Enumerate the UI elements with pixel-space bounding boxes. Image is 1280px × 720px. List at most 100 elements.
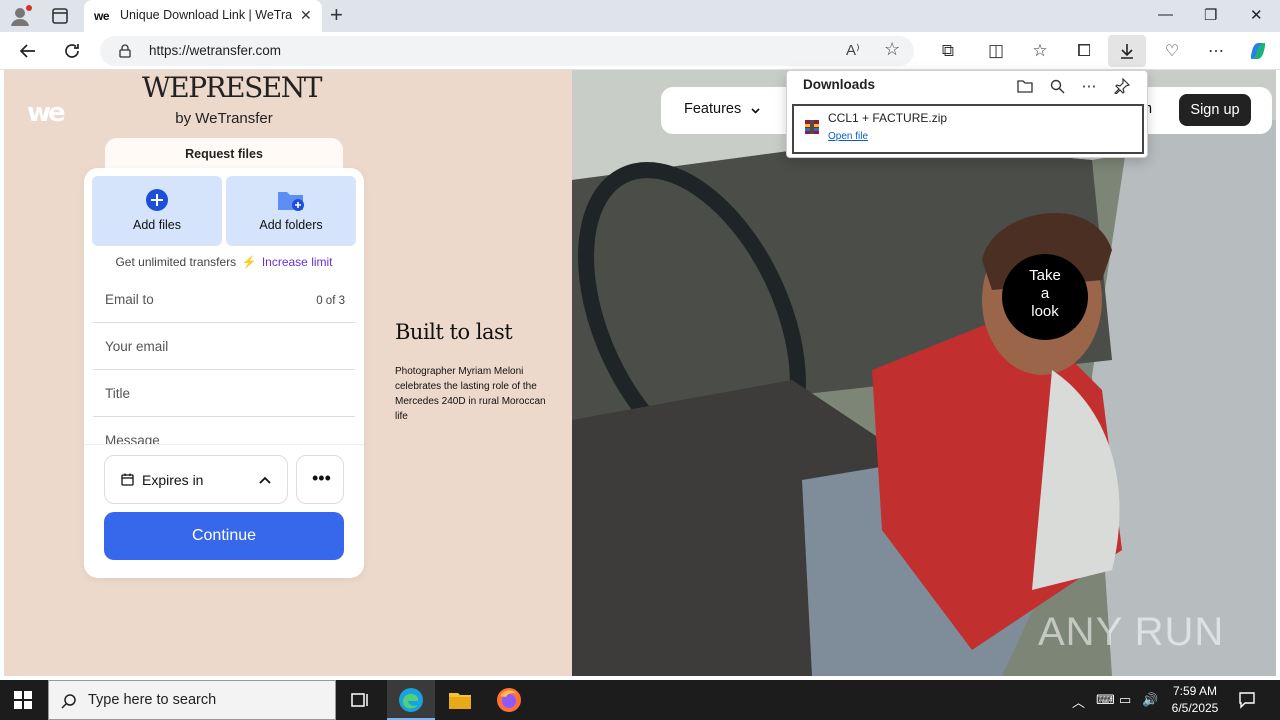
open-file-link[interactable]: Open file (828, 131, 868, 142)
system-clock[interactable]: 7:59 AM 6/5/2025 (1164, 683, 1226, 717)
card-footer: Expires in ••• Continue (84, 444, 364, 578)
edge-taskbar-button[interactable] (387, 680, 435, 720)
wetransfer-logo[interactable]: we (27, 98, 66, 128)
active-tab[interactable]: we Unique Download Link | WeTransfer ✕ (84, 0, 322, 32)
split-screen-icon[interactable]: ◫ (984, 39, 1008, 63)
hero-photo[interactable]: Features n Sign up Take a look ANY RUN (572, 70, 1276, 676)
increase-limit-link[interactable]: Increase limit (262, 255, 333, 269)
take-a-look-button[interactable]: Take a look (1002, 254, 1088, 340)
favorites-icon[interactable]: ☆ (1028, 39, 1052, 63)
add-folders-label: Add folders (259, 218, 323, 232)
plus-circle-icon (146, 189, 168, 211)
open-folder-icon[interactable] (1014, 75, 1036, 97)
email-to-placeholder: Email to (105, 292, 154, 307)
email-count: 0 of 3 (316, 295, 345, 307)
unlimited-text: Get unlimited transfers (115, 255, 237, 269)
title-placeholder: Title (105, 386, 131, 401)
article-description: Photographer Myriam Meloni celebrates th… (395, 366, 546, 422)
windows-start-icon[interactable] (14, 691, 32, 709)
lightning-icon: ⚡ (241, 255, 257, 269)
restore-icon[interactable]: ❐ (1204, 6, 1217, 24)
back-icon[interactable] (16, 39, 40, 63)
tab-title: Unique Download Link | WeTransfer (120, 8, 292, 22)
collections-icon[interactable]: ⧠ (1072, 39, 1096, 63)
take-a-look-line: a (1040, 285, 1050, 302)
address-url: https://wetransfer.com (149, 43, 282, 58)
browser-tabbar: we Unique Download Link | WeTransfer ✕ +… (0, 0, 1280, 32)
volume-icon[interactable]: 🔊 (1142, 692, 1158, 708)
request-files-label: Request files (185, 147, 263, 161)
article-title[interactable]: Built to last (395, 320, 513, 344)
browser-toolbar: https://wetransfer.com A⁾ ☆ ⧉ ◫ ☆ ⧠ ♡ ⋯ (0, 32, 1280, 70)
copilot-icon[interactable] (1246, 39, 1270, 63)
by-wetransfer-label: by WeTransfer (175, 110, 273, 127)
task-view-icon[interactable] (346, 686, 374, 714)
left-panel: we WEPRESENT by WeTransfer Request files… (4, 70, 572, 676)
chevron-down-icon (751, 108, 760, 114)
taskbar-search[interactable]: Type here to search (48, 680, 336, 720)
profile-icon[interactable] (8, 5, 32, 27)
settings-more-icon[interactable]: ⋯ (1204, 39, 1228, 63)
download-item[interactable]: CCL1 + FACTURE.zip Open file (792, 104, 1144, 154)
downloads-title: Downloads (803, 77, 876, 92)
chevron-up-icon (259, 476, 271, 484)
calendar-icon (121, 473, 134, 486)
favorite-star-icon[interactable]: ☆ (884, 39, 900, 60)
add-folders-button[interactable]: Add folders (226, 176, 356, 246)
webpage: we WEPRESENT by WeTransfer Request files… (4, 70, 1276, 676)
expires-label: Expires in (142, 472, 204, 488)
network-icon[interactable]: ▭ (1119, 692, 1131, 708)
expires-button[interactable]: Expires in (104, 455, 288, 504)
clock-time: 7:59 AM (1172, 684, 1218, 698)
notifications-icon[interactable] (1238, 691, 1256, 709)
unlimited-row: Get unlimited transfers ⚡ Increase limit (84, 255, 364, 269)
new-tab-icon[interactable]: + (330, 2, 343, 28)
wepresent-logo[interactable]: WEPRESENT (142, 71, 322, 104)
title-field[interactable]: Title (93, 370, 355, 417)
email-to-field[interactable]: Email to 0 of 3 (93, 276, 355, 323)
edge-icon (399, 688, 423, 712)
wetransfer-favicon-icon: we (94, 9, 110, 23)
extensions-icon[interactable]: ⧉ (936, 39, 960, 63)
firefox-icon[interactable] (495, 686, 523, 714)
search-downloads-icon[interactable] (1046, 75, 1068, 97)
tab-actions-icon[interactable] (50, 6, 70, 26)
your-email-field[interactable]: Your email (93, 323, 355, 370)
continue-button[interactable]: Continue (104, 512, 344, 560)
folder-plus-icon (278, 192, 304, 211)
lock-icon (119, 44, 131, 58)
upload-card: Add files Add folders Get unlimited tran… (84, 168, 364, 578)
downloads-icon[interactable] (1108, 35, 1146, 67)
tab-close-icon[interactable]: ✕ (300, 7, 312, 24)
more-options-button[interactable]: ••• (296, 455, 344, 504)
features-menu[interactable]: Features (661, 87, 801, 134)
more-options-icon[interactable]: ⋯ (1078, 75, 1100, 97)
meet-now-icon[interactable]: ⌨ (1096, 692, 1115, 708)
minimize-icon[interactable]: — (1158, 6, 1173, 23)
search-icon (61, 694, 76, 709)
file-explorer-icon[interactable] (446, 686, 474, 714)
show-hidden-icons-icon[interactable]: ︿ (1072, 692, 1085, 711)
browser-essentials-icon[interactable]: ♡ (1160, 39, 1184, 63)
zip-archive-icon (805, 120, 819, 134)
features-label: Features (684, 101, 742, 117)
take-a-look-line: Take (1029, 267, 1061, 284)
clock-date: 6/5/2025 (1171, 701, 1219, 715)
your-email-placeholder: Your email (105, 339, 169, 354)
car-interior-image (572, 70, 1276, 676)
more-dots-icon: ••• (312, 468, 331, 488)
windows-taskbar: Type here to search ︿ ⌨ ▭ 🔊 7:59 AM 6/5/… (0, 680, 1280, 720)
add-files-button[interactable]: Add files (92, 176, 222, 246)
downloads-flyout: Downloads ⋯ CCL1 + FACTURE.zip Open file (786, 70, 1148, 158)
taskbar-search-placeholder: Type here to search (88, 692, 217, 708)
pin-icon[interactable] (1111, 75, 1133, 97)
close-window-icon[interactable]: ✕ (1250, 6, 1263, 24)
refresh-icon[interactable] (60, 39, 84, 63)
sign-up-button[interactable]: Sign up (1179, 94, 1251, 126)
take-a-look-line: look (1031, 303, 1059, 320)
download-filename: CCL1 + FACTURE.zip (828, 111, 948, 125)
address-bar[interactable]: https://wetransfer.com A⁾ ☆ (100, 36, 914, 66)
anyrun-watermark: ANY RUN (1038, 610, 1225, 654)
read-aloud-icon[interactable]: A⁾ (846, 41, 860, 59)
add-files-label: Add files (133, 218, 181, 232)
